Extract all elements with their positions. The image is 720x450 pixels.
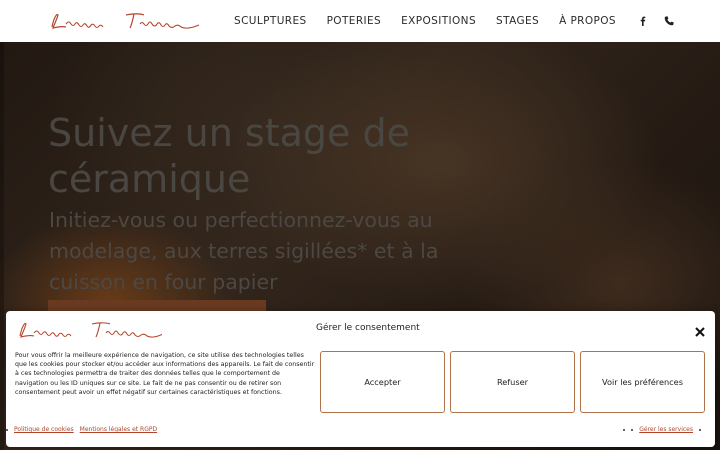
hero-title: Suivez un stage de céramique — [48, 111, 410, 201]
preferences-button[interactable]: Voir les préférences — [580, 351, 705, 413]
manage-services-link[interactable]: Gérer les services — [639, 426, 693, 433]
services-links: Gérer les services — [623, 426, 701, 433]
cookie-consent-dialog: Gérer le consentement Pour vous offrir l… — [6, 311, 715, 447]
site-logo[interactable] — [48, 9, 200, 35]
consent-title: Gérer le consentement — [316, 323, 420, 333]
consent-logo — [19, 322, 162, 338]
link-separator — [623, 428, 626, 431]
site-header: SCULPTURES POTERIES EXPOSITIONS STAGES À… — [0, 0, 720, 42]
close-icon[interactable] — [694, 323, 706, 337]
main-nav: SCULPTURES POTERIES EXPOSITIONS STAGES À… — [234, 0, 616, 42]
phone-icon[interactable] — [662, 13, 676, 27]
nav-sculptures[interactable]: SCULPTURES — [234, 15, 307, 27]
refuse-button[interactable]: Refuser — [450, 351, 575, 413]
cookie-policy-link[interactable]: Politique de cookies — [14, 426, 74, 433]
nav-expositions[interactable]: EXPOSITIONS — [401, 15, 476, 27]
link-separator — [631, 428, 634, 431]
link-separator — [6, 428, 8, 431]
consent-links: Politique de cookies Mentions légales et… — [6, 426, 157, 433]
nav-a-propos[interactable]: À PROPOS — [559, 15, 616, 27]
legal-notice-link[interactable]: Mentions légales et RGPD — [80, 426, 157, 433]
consent-text: Pour vous offrir la meilleure expérience… — [15, 352, 315, 396]
social-icons — [636, 13, 676, 27]
accept-button[interactable]: Accepter — [320, 351, 445, 413]
hero-subtitle: Initiez-vous ou perfectionnez-vous au mo… — [49, 208, 439, 294]
hero-edge — [0, 42, 4, 450]
link-separator — [699, 428, 701, 431]
nav-poteries[interactable]: POTERIES — [327, 15, 382, 27]
nav-stages[interactable]: STAGES — [496, 15, 539, 27]
facebook-icon[interactable] — [636, 13, 650, 27]
